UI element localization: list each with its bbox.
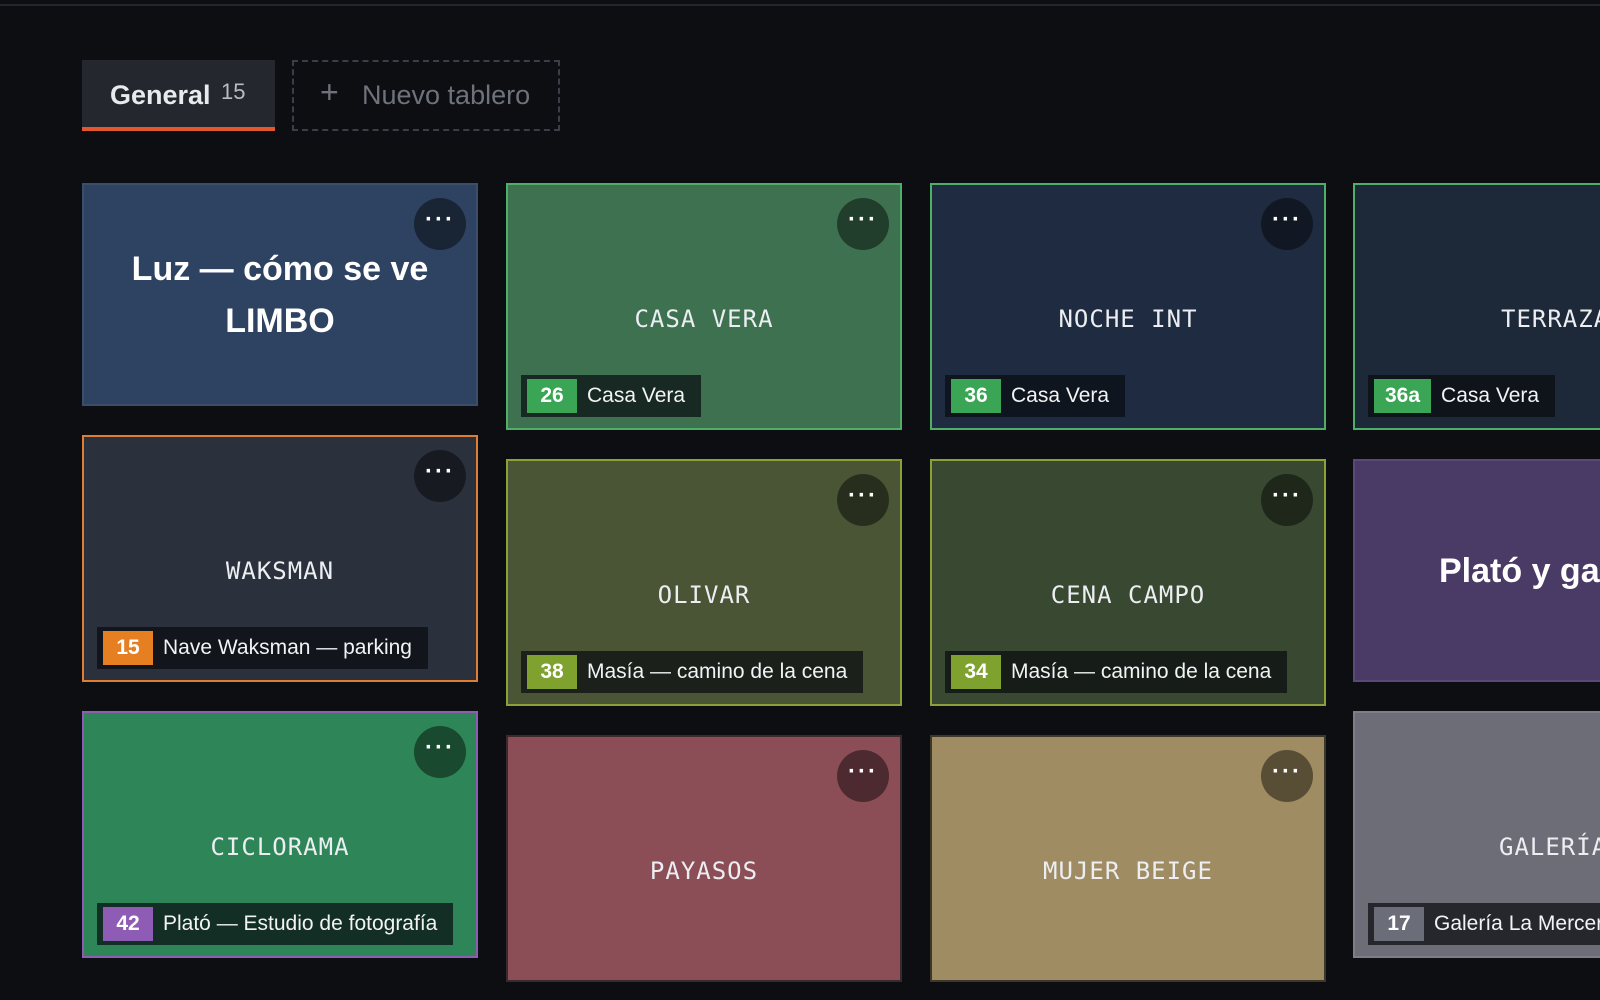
location-label: Masía — camino de la cena [1011,660,1272,683]
card-title: OLIVAR [657,581,751,609]
more-icon: ··· [1272,206,1302,233]
location-tag: 26 Casa Vera [521,375,702,417]
scene-number: 38 [527,655,577,689]
scene-number: 36 [951,379,1001,413]
board-card[interactable]: Luz — cómo se ve LIMBO ··· [82,183,478,406]
board-card[interactable]: NOCHE INT ··· 36 Casa Vera [930,183,1326,430]
location-label: Galería La Mercer [1434,912,1600,935]
card-title: NOCHE INT [1058,305,1198,333]
card-title: TERRAZA [1501,305,1600,333]
card-title: WAKSMAN [225,557,335,585]
scene-number: 36a [1374,379,1432,413]
more-icon: ··· [425,458,455,485]
location-label: Plató — Estudio de fotografía [163,912,438,935]
tab-general-count: 15 [221,79,246,104]
card-more-button[interactable]: ··· [1261,198,1313,250]
card-more-button[interactable]: ··· [1261,474,1313,526]
more-icon: ··· [425,206,455,233]
more-icon: ··· [1272,482,1302,509]
tab-general-label: General [110,80,211,110]
location-tag: 36a Casa Vera [1368,375,1556,417]
location-label: Masía — camino de la cena [587,660,848,683]
scene-number: 17 [1374,907,1424,941]
card-title: CICLORAMA [210,833,350,861]
new-board-button[interactable]: + Nuevo tablero [292,60,560,131]
card-title: PAYASOS [649,857,759,885]
scene-number: 34 [951,655,1001,689]
board-card[interactable]: WAKSMAN ··· 15 Nave Waksman — parking [82,435,478,682]
tab-general[interactable]: General 15 [82,60,275,131]
location-tag: 15 Nave Waksman — parking [97,627,428,669]
location-tag: 42 Plató — Estudio de fotografía [97,903,454,945]
board-card[interactable]: CICLORAMA ··· 42 Plató — Estudio de foto… [82,711,478,958]
board-card[interactable]: TERRAZA 36a Casa Vera [1353,183,1600,430]
card-title: Plató y gal [1439,552,1600,590]
board-card[interactable]: Plató y gal [1353,459,1600,682]
card-title: Luz — cómo se ve LIMBO [131,250,429,340]
location-tag: 38 Masía — camino de la cena [521,651,864,693]
active-tab-indicator [82,127,275,131]
card-more-button[interactable]: ··· [837,474,889,526]
card-more-button[interactable]: ··· [837,198,889,250]
board-card[interactable]: GALERÍA 17 Galería La Mercer [1353,711,1600,958]
scene-number: 42 [103,907,153,941]
card-title: GALERÍA [1499,833,1600,861]
location-label: Casa Vera [587,384,686,407]
board-card[interactable]: CASA VERA ··· 26 Casa Vera [506,183,902,430]
board-tabs: General 15 + Nuevo tablero [0,0,1600,140]
plus-icon: + [320,74,339,110]
card-more-button[interactable]: ··· [414,726,466,778]
new-board-label: Nuevo tablero [362,80,531,110]
location-tag: 17 Galería La Mercer [1368,903,1600,945]
location-tag: 36 Casa Vera [945,375,1126,417]
card-more-button[interactable]: ··· [414,450,466,502]
location-label: Casa Vera [1441,384,1540,407]
card-more-button[interactable]: ··· [1261,750,1313,802]
card-title: CASA VERA [634,305,774,333]
more-icon: ··· [848,206,878,233]
more-icon: ··· [848,482,878,509]
more-icon: ··· [1272,758,1302,785]
card-more-button[interactable]: ··· [837,750,889,802]
scene-number: 15 [103,631,153,665]
more-icon: ··· [848,758,878,785]
card-title: CENA CAMPO [1050,581,1206,609]
more-icon: ··· [425,734,455,761]
location-label: Nave Waksman — parking [163,636,412,659]
board-card[interactable]: MUJER BEIGE ··· [930,735,1326,982]
location-label: Casa Vera [1011,384,1110,407]
location-tag: 34 Masía — camino de la cena [945,651,1288,693]
card-title: MUJER BEIGE [1043,857,1213,885]
board-card[interactable]: OLIVAR ··· 38 Masía — camino de la cena [506,459,902,706]
board-card[interactable]: PAYASOS ··· [506,735,902,982]
scene-number: 26 [527,379,577,413]
card-more-button[interactable]: ··· [414,198,466,250]
board-card[interactable]: CENA CAMPO ··· 34 Masía — camino de la c… [930,459,1326,706]
